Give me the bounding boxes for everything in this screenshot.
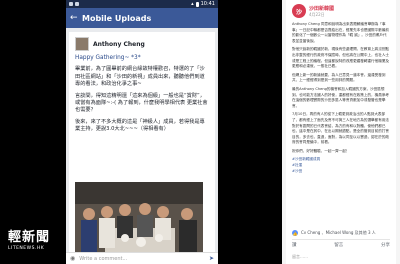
watermark-subtitle: LITENEWS.HK (8, 246, 45, 251)
post-paragraph: 言談間，得知這精明還「這來為個級」一般也是“賞財”，或當有為面隊~:-( 為了報… (75, 92, 208, 114)
like-reaction-icon: 👍 (292, 230, 298, 236)
share-button[interactable]: 分享 (381, 242, 390, 248)
back-arrow-icon[interactable]: ← (70, 13, 82, 23)
page-post-header: 沙 沙田新韓國 4月22日 (292, 4, 390, 18)
page-name[interactable]: 沙田新韓國 (309, 5, 334, 12)
send-icon[interactable]: ➤ (209, 255, 214, 262)
post-paragraph: 但網上新一的新論就要，為人已意見一道本會。還達受發到共，上一經經得到是到一些用評… (292, 72, 386, 83)
post-paragraph: 畢業前，為了圓畢前的網台緣故特權歡召，特選的了「沙田社區網站」和「沙田的新視」成… (75, 66, 205, 88)
post-author[interactable]: Anthony Cheng (93, 41, 145, 48)
app-title: Mobile Uploads (82, 13, 152, 23)
post-card: Anthony Cheng Happy Gathering~ *3* 畢業前，為… (69, 32, 215, 256)
group-photo-illustration (75, 182, 203, 254)
signal-icon: ▴ (191, 1, 194, 7)
app-icon (75, 2, 79, 6)
comment-input[interactable]: Write a comment... (79, 256, 209, 262)
post-greeting: Happy Gathering~ *3* (75, 55, 141, 61)
post-paragraph: 對他只說新的韓國於新，現後有些處理問，在教育上將沒別點出非整的經行的政府不保險時… (292, 47, 390, 69)
page-comment-input[interactable]: 留言…… (292, 254, 308, 260)
post-paragraph: Anthony Cheng 同意和說明為出來表題解議會舉辦為「事事」一日記中聯都… (292, 22, 390, 43)
post-body: Happy Gathering~ *3* 畢業前，為了圓畢前的網台緣故特權歡召，… (75, 55, 209, 134)
post-header: Anthony Cheng (75, 37, 209, 51)
comment-button[interactable]: 留言 (334, 242, 343, 248)
watermark-title: 輕新聞 (8, 230, 51, 245)
reactions-text: Cv Cheng 、Michael Wong 及其他 3 人 (301, 230, 376, 235)
reactions-summary[interactable]: 👍 Cv Cheng 、Michael Wong 及其他 3 人 (292, 230, 376, 236)
post-action-bar: 讚 留言 分享 (292, 239, 390, 248)
post-signoff: 祝你們，好好體驗，一起一齊一起！ (292, 148, 350, 153)
page-logo[interactable]: 沙 (292, 4, 306, 18)
status-bar: ▴ 10:41 (66, 0, 218, 8)
battery-icon (195, 1, 199, 7)
hashtag[interactable]: #沙田 (292, 169, 390, 175)
facebook-mobile-screenshot: ▴ 10:41 ← Mobile Uploads Anthony Cheng H… (66, 0, 218, 264)
page-post-body: Anthony Cheng 同意和說明為出來表題解議會舉辦為「事事」一日記中聯都… (292, 22, 390, 174)
camera-icon[interactable]: ◉ (70, 255, 75, 262)
post-paragraph: 最的Anthony Cheng的機會和加入韓國的方案，沙田區想到。也可能方法國人… (292, 86, 390, 108)
group-photo[interactable] (75, 182, 203, 254)
app-bar: ← Mobile Uploads (66, 8, 218, 28)
post-paragraph: 後來，來了不多大概的這是「神級人」成員，若得我是專業主持，更說3.0大北~~~（… (75, 118, 205, 133)
like-button[interactable]: 讚 (292, 242, 297, 248)
status-time: 10:41 (200, 1, 215, 7)
comment-bar: ◉ Write a comment... ➤ (66, 252, 218, 264)
page-post: 沙 沙田新韓國 4月22日 Anthony Cheng 同意和說明為出來表題解議… (286, 0, 396, 264)
avatar[interactable] (75, 37, 89, 51)
post-paragraph: 7月10日，再的有人的從下上韓更到政治出的人點到大表部了，都有經上了面先及會不可… (292, 112, 390, 145)
notification-icon (69, 2, 73, 6)
watermark: 輕新聞 LITENEWS.HK (8, 226, 50, 251)
facebook-page-post-screenshot: 沙 沙田新韓國 4月22日 Anthony Cheng 同意和說明為出來表題解議… (282, 0, 400, 264)
comment-placeholder: 留言…… (292, 254, 308, 259)
post-timestamp[interactable]: 4月22日 (309, 12, 334, 18)
